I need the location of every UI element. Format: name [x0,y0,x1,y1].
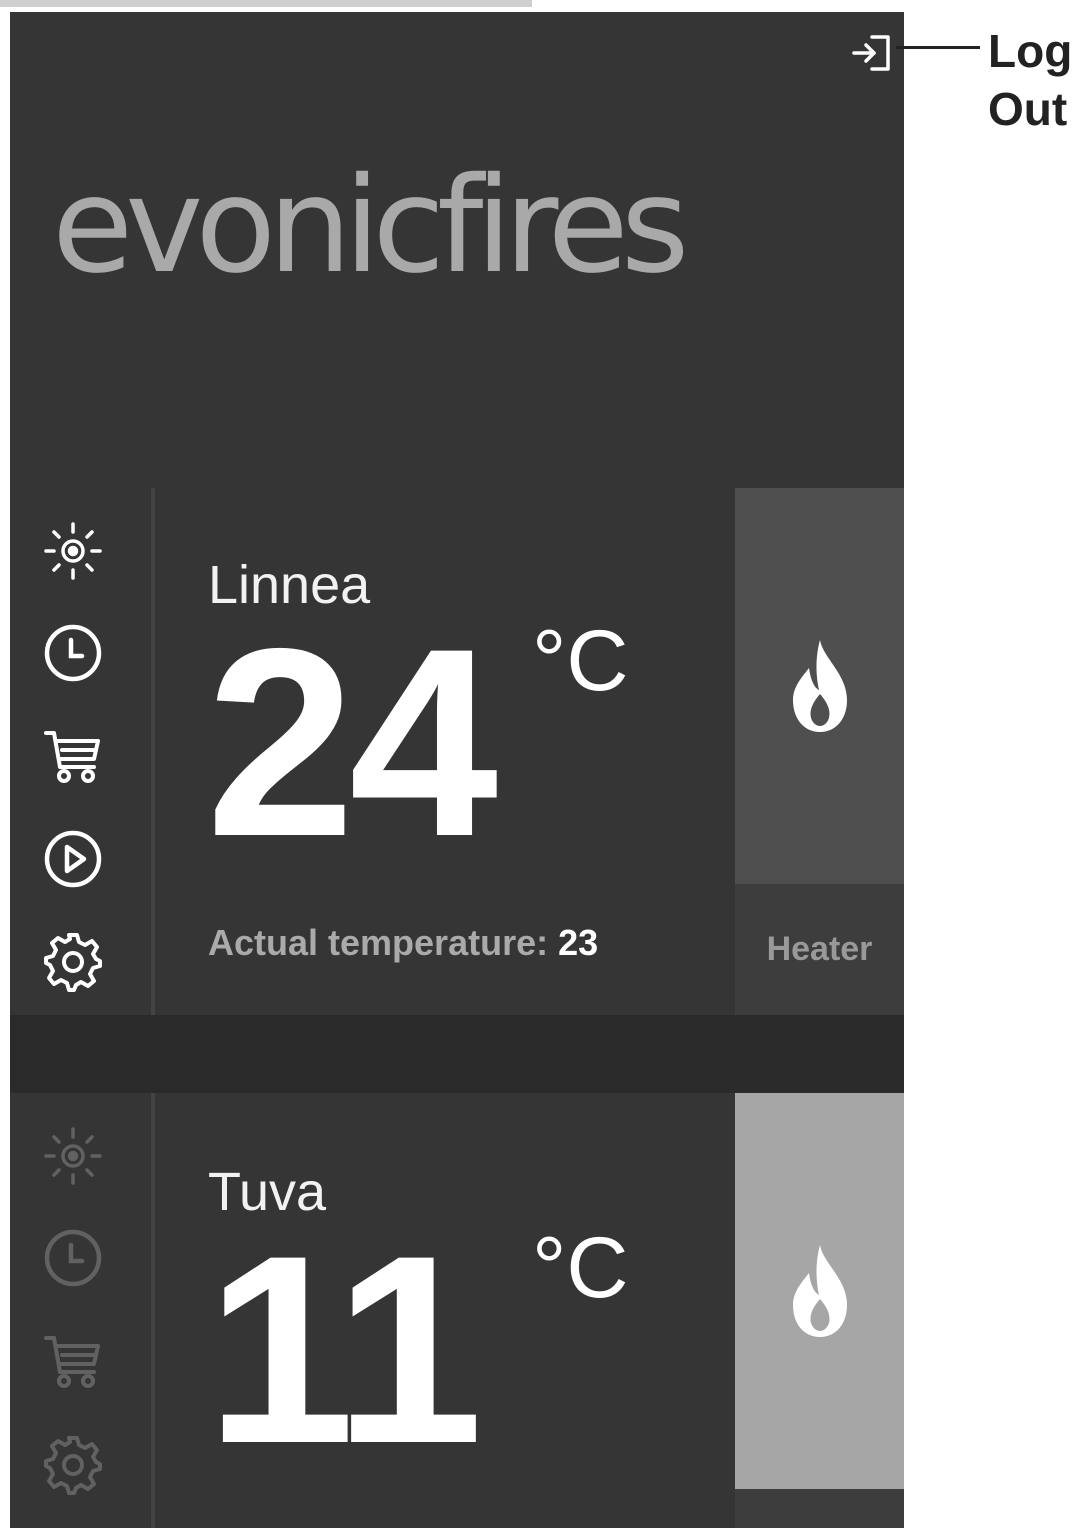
actual-temperature: Actual temperature: 23 [208,925,598,961]
vertical-divider [151,488,155,1015]
temperature-unit: °C [532,613,629,709]
evonic-logo: evonicfires [52,149,689,303]
cart-icon [44,1336,100,1388]
sun-icon [44,522,102,580]
set-temperature: 24 [206,592,498,892]
flame-icon [792,1245,847,1337]
callout-line1: Log [988,25,1073,77]
schedule-button[interactable] [40,620,106,686]
fire-menu-disabled [10,1093,151,1528]
fire-card-linnea: Linnea 24 °C Actual temperature: 23 Heat… [10,488,904,1015]
logout-icon [852,35,890,71]
brightness-button[interactable] [40,1123,106,1189]
shop-button[interactable] [40,723,106,789]
sun-icon [44,1127,102,1185]
brightness-button[interactable] [40,518,106,584]
app-screen: evonicfires Linnea 24 °C Actual temperat… [10,12,904,1528]
clock-icon [44,1229,102,1287]
temperature-unit: °C [532,1220,629,1316]
flame-icon [792,640,847,732]
actual-temperature-value: 23 [558,922,599,963]
schedule-button[interactable] [40,1225,106,1291]
fire-menu [10,488,151,1015]
card-separator [10,1015,904,1093]
top-strip [0,0,532,7]
clock-icon [44,624,102,682]
callout-line2: Out [988,83,1068,135]
actual-temperature-label: Actual temperature: [208,922,549,963]
shop-button[interactable] [40,1328,106,1394]
logout-callout: Log Out [988,22,1072,138]
gear-icon [44,1436,102,1495]
cart-icon [44,731,100,783]
heater-label-area: Heater [735,884,904,1015]
heater-label-area [735,1489,904,1528]
callout-line [896,46,980,49]
play-icon [44,830,102,888]
vertical-divider [151,1093,155,1528]
play-button[interactable] [40,826,106,892]
gear-icon [44,933,102,992]
heater-label: Heater [766,930,873,968]
heater-toggle[interactable] [735,488,904,884]
set-temperature: 11 [206,1199,483,1499]
heater-toggle[interactable] [735,1093,904,1489]
settings-button[interactable] [40,928,106,994]
settings-button[interactable] [40,1431,106,1497]
logout-button[interactable] [848,28,898,78]
fire-card-tuva: Tuva 11 °C [10,1093,904,1528]
